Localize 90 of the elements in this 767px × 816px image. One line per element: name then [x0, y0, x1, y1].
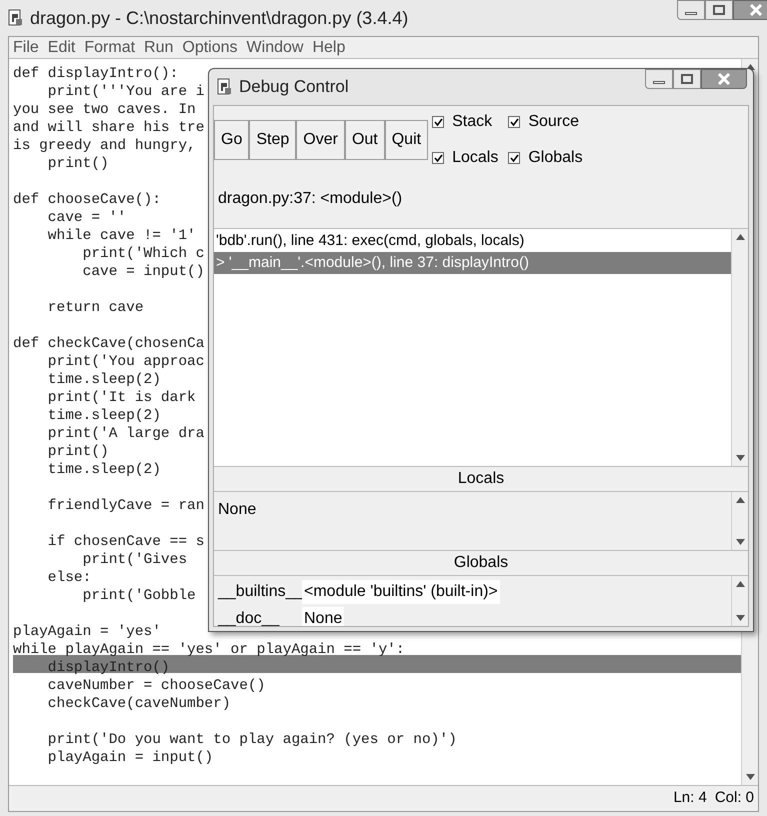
checkbox-label: Stack — [452, 112, 492, 132]
close-icon — [749, 4, 763, 16]
scroll-up-icon[interactable] — [736, 581, 744, 587]
debug-button[interactable]: Step — [249, 120, 296, 160]
checkbox-label: Locals — [452, 148, 498, 168]
maximize-button[interactable] — [705, 0, 733, 20]
checkmark-icon — [510, 118, 519, 126]
checkbox[interactable] — [432, 152, 444, 164]
scroll-down-icon[interactable] — [746, 774, 754, 780]
code-line: playAgain = 'yes' — [13, 624, 161, 640]
code-line: time.sleep(2) — [46, 462, 161, 478]
column-number: Col: 0 — [714, 788, 754, 808]
stack-entry[interactable]: 'bdb'.run(), line 431: exec(cmd, globals, locals) — [214, 230, 731, 252]
menu-item[interactable]: Window — [246, 36, 304, 60]
code-line: print('You approac — [46, 354, 204, 370]
code-line: displayIntro() — [46, 660, 170, 676]
code-line: time.sleep(2) — [46, 372, 161, 388]
menu-item[interactable]: Run — [144, 36, 174, 60]
stack-entry[interactable]: > '__main__'.<module>(), line 37: displayIntro() — [214, 252, 731, 274]
code-line: cave = '' — [46, 210, 126, 226]
global-name: __builtins__ — [216, 582, 302, 602]
checkbox[interactable] — [432, 116, 444, 128]
line-number: Ln: 4 — [673, 788, 707, 808]
scroll-up-icon[interactable] — [736, 234, 744, 240]
minimize-button[interactable] — [677, 0, 705, 20]
python-file-icon — [217, 78, 233, 96]
debug-button[interactable]: Go — [214, 120, 250, 160]
maximize-button[interactable] — [673, 69, 701, 89]
code-line: def checkCave(chosenCa — [13, 336, 204, 352]
code-line: is greedy and hungry, — [13, 138, 196, 154]
global-value: <module 'builtins' (built-in)> — [302, 580, 500, 604]
menu-item[interactable]: Help — [312, 36, 346, 60]
close-icon — [717, 73, 731, 85]
menu-item[interactable]: Options — [182, 36, 238, 60]
scroll-down-icon[interactable] — [736, 539, 744, 545]
code-line: print('It is dark — [46, 390, 196, 406]
checkmark-icon — [434, 118, 443, 126]
menu-item[interactable]: Format — [84, 36, 136, 60]
code-line: while playAgain == 'yes' or playAgain == 'y': — [13, 642, 405, 658]
scrollbar[interactable] — [731, 492, 748, 550]
window-title: dragon.py - C:\nostarchinvent\dragon.py (3.4.4) — [30, 6, 408, 30]
code-line: print('Gives — [82, 552, 188, 568]
code-line: else: — [46, 570, 92, 586]
scrollbar[interactable] — [731, 576, 748, 626]
code-line: and will share his tre — [13, 120, 204, 136]
checkmark-icon — [510, 154, 519, 162]
code-line: print('''You are i — [46, 84, 204, 100]
scroll-up-icon[interactable] — [736, 497, 744, 503]
code-line: return cave — [46, 300, 144, 316]
code-line: caveNumber = chooseCave() — [46, 678, 266, 694]
checkbox-label: Globals — [528, 148, 583, 168]
location-text: dragon.py:37: <module>() — [218, 189, 402, 209]
code-line: while cave != '1' — [46, 228, 196, 244]
code-line: print('Do you want to play again? (yes or no)') — [46, 732, 457, 748]
checkbox[interactable] — [508, 116, 520, 128]
close-button[interactable] — [701, 69, 747, 89]
code-line: print('Which c — [82, 246, 204, 262]
globals-header: Globals — [214, 550, 748, 576]
menu-item[interactable]: Edit — [48, 36, 76, 60]
global-name: __doc__ — [216, 608, 280, 626]
menu-item[interactable]: File — [13, 36, 39, 60]
locals-header: Locals — [214, 466, 748, 492]
scrollbar[interactable] — [731, 229, 748, 466]
code-line: you see two caves. In — [13, 102, 196, 118]
debug-button[interactable]: Over — [296, 120, 345, 160]
debug-button[interactable]: Quit — [384, 120, 428, 160]
scroll-down-icon[interactable] — [736, 615, 744, 621]
code-line: checkCave(caveNumber) — [46, 696, 231, 712]
checkbox-label: Source — [528, 112, 580, 132]
code-line: print('A large dra — [46, 426, 204, 442]
code-line: cave = input() — [82, 264, 204, 280]
checkbox[interactable] — [508, 152, 520, 164]
code-line: playAgain = input() — [46, 750, 214, 766]
debug-button[interactable]: Out — [344, 120, 385, 160]
python-file-icon — [8, 9, 24, 27]
scroll-down-icon[interactable] — [736, 455, 744, 461]
code-line: def chooseCave(): — [13, 192, 161, 208]
checkmark-icon — [434, 154, 443, 162]
code-line: print() — [46, 444, 109, 460]
code-line: print('Gobble — [82, 588, 196, 604]
global-value: None — [302, 606, 344, 626]
code-line: time.sleep(2) — [46, 408, 161, 424]
code-line: def displayIntro(): — [13, 66, 178, 82]
code-line: if chosenCave == s — [46, 534, 204, 550]
close-button[interactable] — [733, 0, 767, 20]
minimize-button[interactable] — [645, 69, 673, 89]
locals-text: None — [218, 501, 256, 518]
code-line: print() — [46, 156, 109, 172]
window-title: Debug Control — [239, 76, 349, 98]
code-line: friendlyCave = ran — [46, 498, 204, 514]
